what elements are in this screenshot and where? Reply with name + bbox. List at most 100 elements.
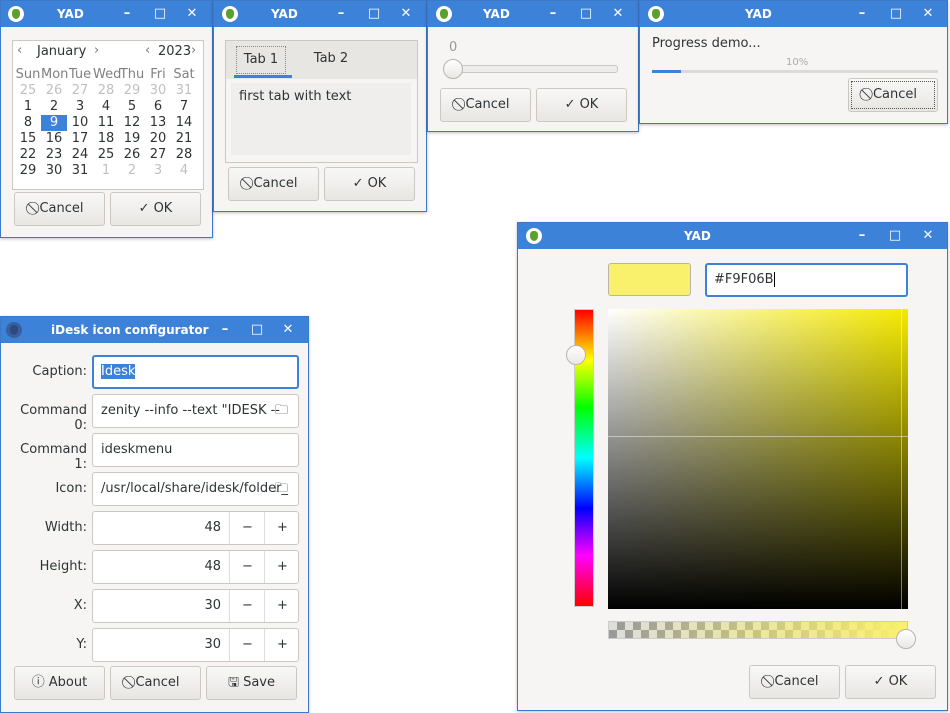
about-button[interactable]: ⓘ About xyxy=(14,666,105,700)
close-icon[interactable]: ✕ xyxy=(914,1,942,27)
decrement-icon[interactable]: − xyxy=(229,551,265,583)
increment-icon[interactable]: + xyxy=(264,590,298,622)
cancel-button[interactable]: ⃠Cancel xyxy=(749,665,840,699)
decrement-icon[interactable]: − xyxy=(229,512,265,544)
calendar-day[interactable]: 12 xyxy=(119,115,145,131)
calendar-day[interactable]: 27 xyxy=(145,147,171,163)
calendar-day[interactable]: 7 xyxy=(171,99,197,115)
calendar-day[interactable]: 4 xyxy=(93,99,119,115)
calendar-day[interactable]: 24 xyxy=(67,147,93,163)
folder-icon[interactable]: 🗀 xyxy=(275,401,288,423)
alpha-slider[interactable] xyxy=(608,621,908,639)
calendar-day[interactable]: 30 xyxy=(145,83,171,99)
close-icon[interactable]: ✕ xyxy=(914,223,942,249)
cancel-button[interactable]: ⃠Cancel xyxy=(848,78,938,112)
width-spinner[interactable]: 48 − + xyxy=(92,511,299,545)
scale-trough[interactable] xyxy=(445,65,618,73)
calendar-day[interactable]: 27 xyxy=(67,83,93,99)
calendar-day[interactable]: 11 xyxy=(93,115,119,131)
calendar-day[interactable]: 28 xyxy=(93,83,119,99)
decrement-icon[interactable]: − xyxy=(229,590,265,622)
maximize-icon[interactable]: □ xyxy=(360,1,388,27)
maximize-icon[interactable]: □ xyxy=(146,1,174,27)
titlebar[interactable]: YAD – □ ✕ xyxy=(1,1,212,27)
close-icon[interactable]: ✕ xyxy=(274,317,302,343)
ok-button[interactable]: ✓ OK xyxy=(324,167,415,201)
cancel-button[interactable]: ⃠Cancel xyxy=(14,192,105,226)
x-spinner[interactable]: 30 − + xyxy=(92,589,299,623)
calendar-day[interactable]: 1 xyxy=(15,99,41,115)
minimize-icon[interactable]: – xyxy=(327,1,355,27)
calendar-day[interactable]: 2 xyxy=(119,163,145,179)
hex-color-entry[interactable]: #F9F06B xyxy=(705,263,908,297)
titlebar[interactable]: YAD – □ ✕ xyxy=(428,1,638,27)
calendar-day[interactable]: 3 xyxy=(67,99,93,115)
scale-slider-handle[interactable] xyxy=(443,59,463,79)
calendar-grid[interactable]: Sun Mon Tue Wed Thu Fri Sat 25 26 27 28 29 30 31 1 2 3 4 5… xyxy=(15,67,201,187)
icon-path-input[interactable]: /usr/local/share/idesk/folder_ xyxy=(92,472,299,506)
command0-input[interactable]: zenity --info --text "IDESK -- xyxy=(92,394,299,428)
increment-icon[interactable]: + xyxy=(264,512,298,544)
calendar-day[interactable]: 21 xyxy=(171,131,197,147)
save-button[interactable]: 🖫 Save xyxy=(206,666,297,700)
calendar-day[interactable]: 20 xyxy=(145,131,171,147)
command1-input[interactable]: ideskmenu xyxy=(92,433,299,467)
calendar-day[interactable]: 4 xyxy=(171,163,197,179)
increment-icon[interactable]: + xyxy=(264,551,298,583)
color-swatch[interactable] xyxy=(608,263,691,296)
next-month-icon[interactable]: › xyxy=(94,43,99,58)
calendar-day[interactable]: 14 xyxy=(171,115,197,131)
calendar-day[interactable]: 2 xyxy=(41,99,67,115)
prev-year-icon[interactable]: ‹ xyxy=(145,43,150,58)
height-spinner[interactable]: 48 − + xyxy=(92,550,299,584)
calendar-day[interactable]: 30 xyxy=(41,163,67,179)
titlebar[interactable]: YAD – □ ✕ xyxy=(214,1,426,27)
minimize-icon[interactable]: – xyxy=(113,1,141,27)
folder-icon[interactable]: 🗀 xyxy=(275,479,288,501)
ok-button[interactable]: ✓ OK xyxy=(110,192,201,226)
decrement-icon[interactable]: − xyxy=(229,629,265,661)
calendar-day[interactable]: 9 xyxy=(41,115,67,131)
minimize-icon[interactable]: – xyxy=(848,1,876,27)
maximize-icon[interactable]: □ xyxy=(881,223,909,249)
calendar-day[interactable]: 5 xyxy=(119,99,145,115)
calendar-day[interactable]: 16 xyxy=(41,131,67,147)
cancel-button[interactable]: ⃠Cancel xyxy=(110,666,201,700)
saturation-value-plane[interactable] xyxy=(608,309,908,609)
calendar-day[interactable]: 29 xyxy=(119,83,145,99)
minimize-icon[interactable]: – xyxy=(211,317,239,343)
hue-slider-handle[interactable] xyxy=(566,345,586,365)
calendar-day[interactable]: 3 xyxy=(145,163,171,179)
calendar-day[interactable]: 31 xyxy=(67,163,93,179)
calendar-day[interactable]: 28 xyxy=(171,147,197,163)
calendar-day[interactable]: 25 xyxy=(15,83,41,99)
calendar-day[interactable]: 23 xyxy=(41,147,67,163)
calendar-day[interactable]: 25 xyxy=(93,147,119,163)
tab-text-view[interactable]: first tab with text xyxy=(231,83,411,155)
cancel-button[interactable]: ⃠Cancel xyxy=(440,88,531,122)
maximize-icon[interactable]: □ xyxy=(572,1,600,27)
titlebar[interactable]: YAD – □ ✕ xyxy=(640,1,947,27)
titlebar[interactable]: iDesk icon configurator – □ ✕ xyxy=(1,317,308,343)
calendar-day[interactable]: 1 xyxy=(93,163,119,179)
calendar-day[interactable]: 22 xyxy=(15,147,41,163)
calendar-day[interactable]: 18 xyxy=(93,131,119,147)
calendar-day[interactable]: 8 xyxy=(15,115,41,131)
tab-1[interactable]: Tab 1 xyxy=(236,46,286,74)
close-icon[interactable]: ✕ xyxy=(392,1,420,27)
close-icon[interactable]: ✕ xyxy=(604,1,632,27)
calendar-day[interactable]: 6 xyxy=(145,99,171,115)
maximize-icon[interactable]: □ xyxy=(882,1,910,27)
minimize-icon[interactable]: – xyxy=(848,223,876,249)
tab-2[interactable]: Tab 2 xyxy=(306,46,356,72)
y-spinner[interactable]: 30 − + xyxy=(92,628,299,662)
calendar-day[interactable]: 26 xyxy=(41,83,67,99)
maximize-icon[interactable]: □ xyxy=(243,317,271,343)
cancel-button[interactable]: ⃠Cancel xyxy=(228,167,319,201)
alpha-slider-handle[interactable] xyxy=(896,629,916,649)
calendar-day[interactable]: 15 xyxy=(15,131,41,147)
increment-icon[interactable]: + xyxy=(264,629,298,661)
close-icon[interactable]: ✕ xyxy=(178,1,206,27)
calendar-day[interactable]: 26 xyxy=(119,147,145,163)
calendar-day[interactable]: 31 xyxy=(171,83,197,99)
